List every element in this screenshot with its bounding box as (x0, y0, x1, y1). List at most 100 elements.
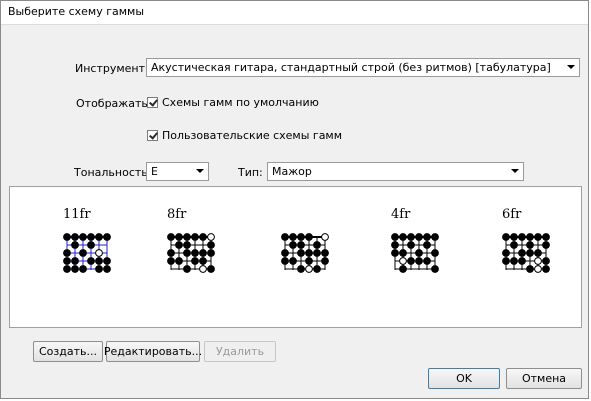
fretboard-grid (281, 233, 329, 273)
type-dropdown[interactable]: Мажор (267, 162, 524, 181)
note-dot (63, 249, 71, 257)
note-dot (95, 265, 103, 273)
note-dot (510, 241, 518, 249)
note-dot (79, 249, 87, 257)
note-dot (399, 233, 407, 241)
note-dot (391, 249, 399, 257)
note-dot (502, 249, 510, 257)
note-dot (175, 233, 183, 241)
edit-button[interactable]: Редактировать... (104, 341, 202, 362)
note-dot (103, 233, 111, 241)
root-note-dot (207, 233, 215, 241)
note-dot (79, 265, 87, 273)
note-dot (431, 233, 439, 241)
note-dot (71, 257, 79, 265)
scale-chooser-dialog: Выберите схему гаммы Инструмент: Акустич… (0, 0, 589, 399)
fretboard-grid (502, 233, 550, 273)
chevron-down-icon (196, 169, 204, 173)
note-dot (526, 265, 534, 273)
note-dot (518, 233, 526, 241)
note-dot (415, 233, 423, 241)
note-dot (407, 257, 415, 265)
note-dot (399, 249, 407, 257)
type-value: Мажор (272, 165, 312, 178)
ok-button[interactable]: OK (428, 368, 500, 389)
note-dot (167, 257, 175, 265)
note-dot (95, 233, 103, 241)
note-dot (63, 233, 71, 241)
note-dot (391, 241, 399, 249)
title-bar: Выберите схему гаммы (1, 1, 588, 25)
scale-diagram[interactable]: 11fr (63, 207, 113, 287)
note-dot (321, 257, 329, 265)
default-scales-label: Схемы гамм по умолчанию (162, 96, 319, 109)
note-dot (518, 249, 526, 257)
note-dot (63, 257, 71, 265)
note-dot (103, 257, 111, 265)
note-dot (542, 241, 550, 249)
note-dot (526, 233, 534, 241)
note-dot (423, 233, 431, 241)
fret-position-label: 11fr (63, 207, 91, 222)
note-dot (297, 241, 305, 249)
note-dot (183, 241, 191, 249)
default-scales-checkbox[interactable]: Схемы гамм по умолчанию (147, 96, 319, 109)
note-dot (407, 233, 415, 241)
delete-button[interactable]: Удалить (204, 341, 276, 362)
scale-diagram[interactable]: 8fr (167, 207, 217, 287)
note-dot (95, 257, 103, 265)
root-note-dot (95, 249, 103, 257)
fretboard-grid (167, 233, 215, 273)
note-dot (305, 233, 313, 241)
cancel-button[interactable]: Отмена (506, 368, 582, 389)
note-dot (305, 257, 313, 265)
note-dot (297, 265, 305, 273)
note-dot (175, 257, 183, 265)
chevron-down-icon (567, 65, 575, 69)
note-dot (199, 233, 207, 241)
note-dot (207, 241, 215, 249)
note-dot (526, 241, 534, 249)
note-dot (542, 265, 550, 273)
scale-diagram[interactable] (281, 207, 331, 287)
note-dot (199, 257, 207, 265)
instrument-dropdown[interactable]: Акустическая гитара, стандартный строй (… (146, 58, 580, 77)
note-dot (87, 233, 95, 241)
note-dot (542, 233, 550, 241)
note-dot (534, 233, 542, 241)
note-dot (297, 233, 305, 241)
note-dot (71, 233, 79, 241)
note-dot (399, 265, 407, 273)
note-dot (281, 249, 289, 257)
note-dot (313, 241, 321, 249)
note-dot (183, 249, 191, 257)
note-dot (423, 257, 431, 265)
note-dot (281, 257, 289, 265)
fretboard-grid (391, 233, 439, 273)
tonality-dropdown[interactable]: E (146, 162, 209, 181)
chevron-down-icon (511, 169, 519, 173)
note-dot (191, 257, 199, 265)
note-dot (289, 233, 297, 241)
note-dot (415, 249, 423, 257)
note-dot (167, 233, 175, 241)
root-note-dot (534, 257, 542, 265)
scale-diagrams-panel: 11fr 8fr 4fr 6fr (9, 186, 582, 328)
root-note-dot (534, 265, 542, 273)
create-button[interactable]: Создать... (33, 341, 103, 362)
scale-diagram[interactable]: 6fr (502, 207, 552, 287)
note-dot (79, 233, 87, 241)
instrument-value: Акустическая гитара, стандартный строй (… (151, 61, 551, 74)
note-dot (431, 249, 439, 257)
user-scales-checkbox[interactable]: Пользовательские схемы гамм (147, 129, 342, 142)
note-dot (502, 257, 510, 265)
note-dot (87, 241, 95, 249)
scale-diagram[interactable]: 4fr (391, 207, 441, 287)
note-dot (313, 249, 321, 257)
root-note-dot (321, 233, 329, 241)
fret-position-label: 6fr (502, 207, 522, 222)
note-dot (103, 265, 111, 273)
note-dot (289, 241, 297, 249)
root-note-dot (199, 265, 207, 273)
note-dot (510, 257, 518, 265)
